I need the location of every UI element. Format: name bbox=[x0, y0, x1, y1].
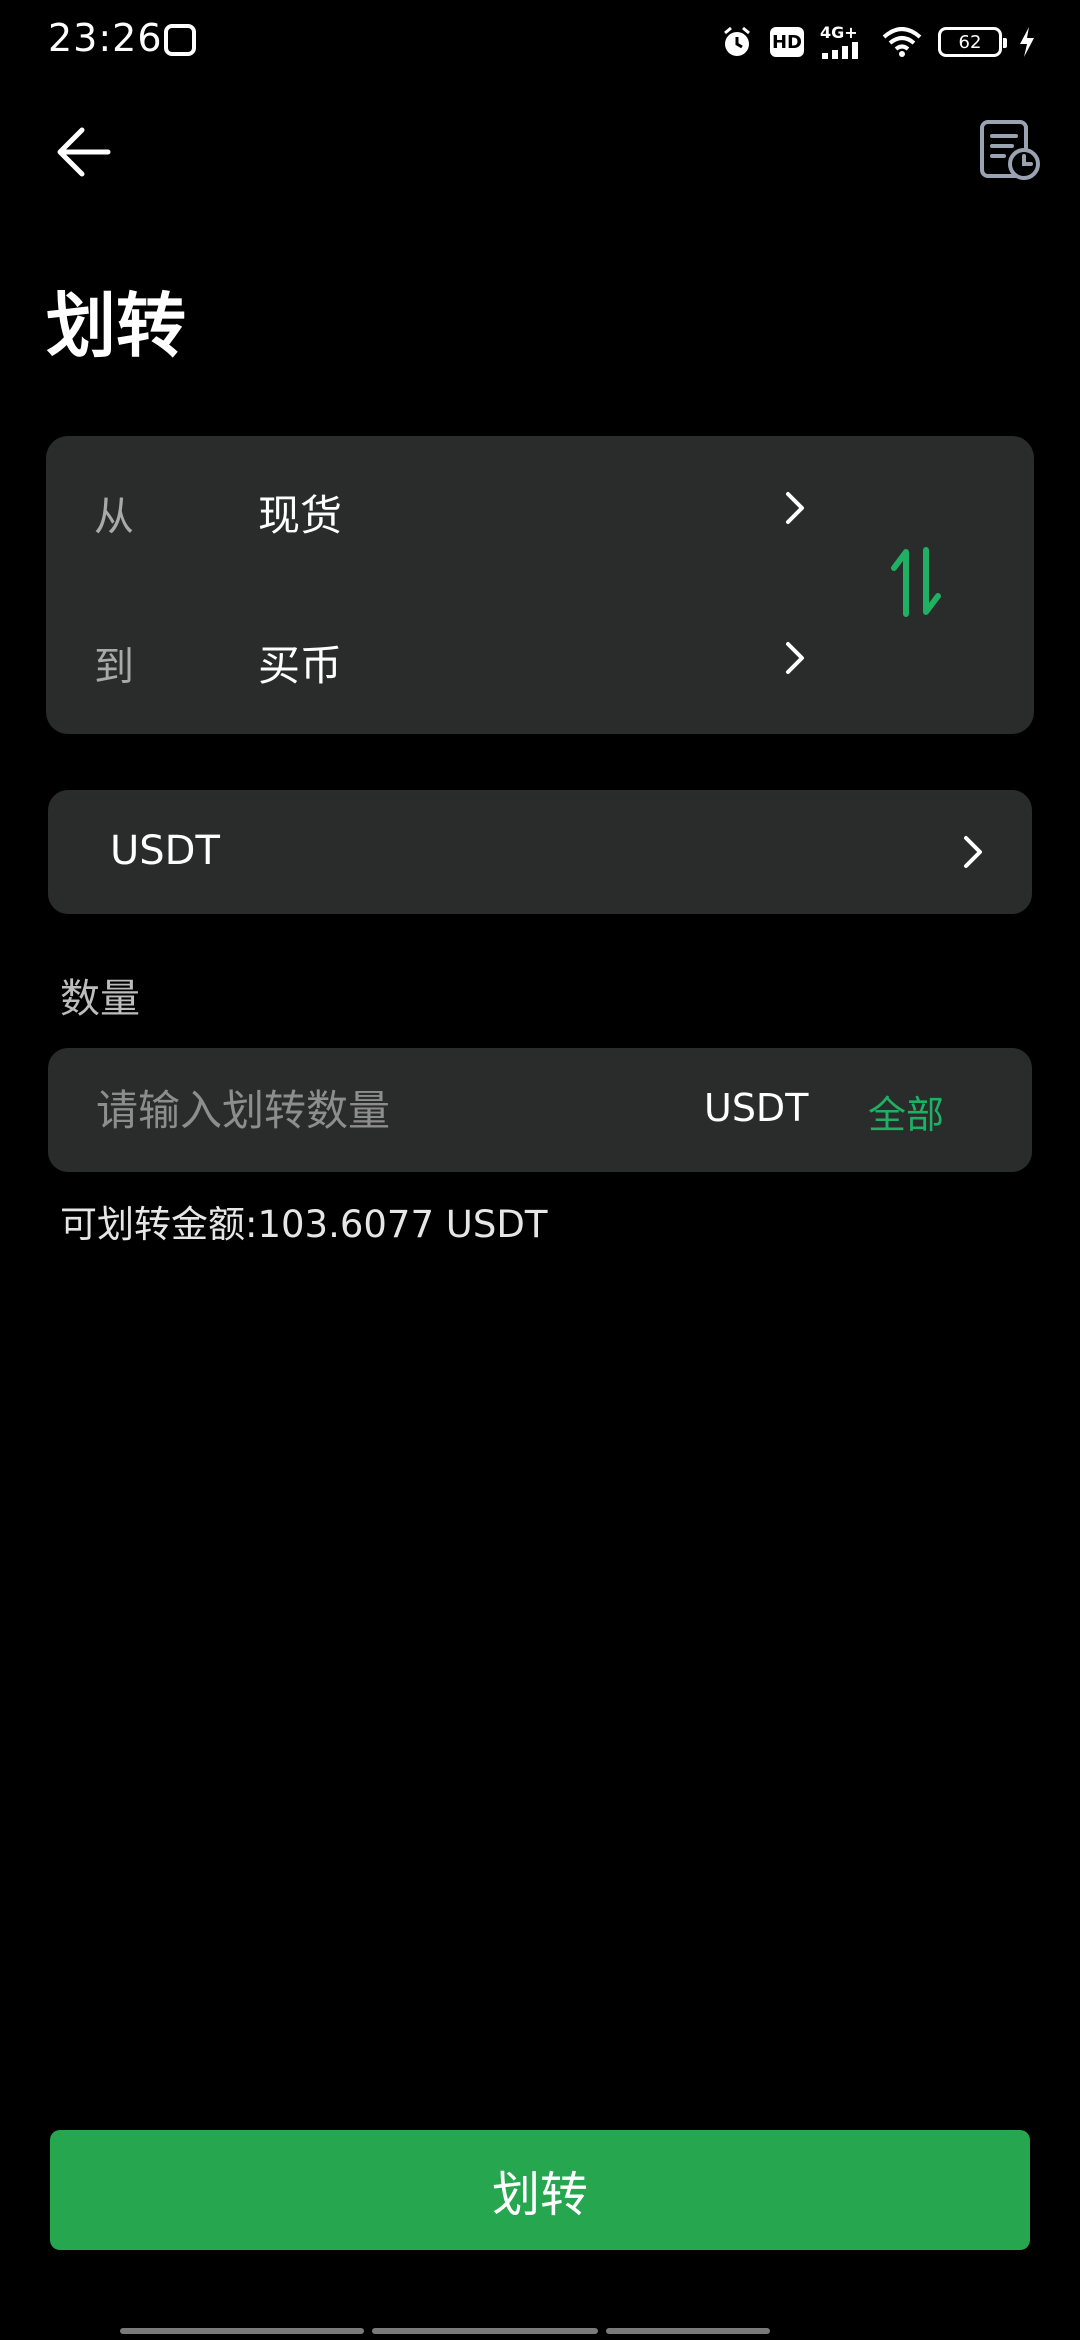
from-account-value[interactable]: 现货 bbox=[258, 482, 342, 543]
arrow-left-icon bbox=[57, 127, 111, 177]
quantity-field: USDT 全部 bbox=[48, 1048, 1032, 1172]
coin-selected-label: USDT bbox=[110, 828, 220, 874]
transfer-submit-button[interactable]: 划转 bbox=[50, 2130, 1030, 2250]
transfer-screen: 23:26 HD 4G+ 62 划转 从 现货 到 买币 USDT 数量 请输入… bbox=[0, 0, 1080, 2340]
swap-direction-icon[interactable] bbox=[886, 544, 946, 620]
gesture-navigation-bar bbox=[120, 2328, 960, 2336]
wifi-icon bbox=[882, 27, 922, 57]
status-icons: HD 4G+ 62 bbox=[720, 22, 1036, 62]
app-notification-icon bbox=[164, 24, 196, 56]
battery-icon: 62 bbox=[938, 27, 1007, 57]
history-record-icon bbox=[980, 120, 1040, 180]
quantity-unit: USDT bbox=[704, 1086, 809, 1130]
all-amount-button[interactable]: 全部 bbox=[868, 1084, 944, 1139]
nav-segment bbox=[120, 2328, 364, 2334]
available-amount: 可划转金额:103.6077 USDT bbox=[60, 1203, 548, 1246]
quantity-heading: 数量 bbox=[60, 976, 140, 1022]
status-bar: 23:26 HD 4G+ 62 bbox=[0, 0, 1080, 84]
page-title: 划转 bbox=[46, 285, 186, 367]
back-button[interactable] bbox=[52, 122, 116, 182]
charging-icon bbox=[1018, 27, 1036, 57]
from-chevron-right-icon[interactable] bbox=[780, 488, 810, 528]
quantity-input[interactable] bbox=[96, 1078, 656, 1142]
signal-icon: 4G+ bbox=[820, 25, 866, 59]
hd-icon: HD bbox=[770, 27, 804, 57]
to-chevron-right-icon[interactable] bbox=[780, 638, 810, 678]
transfer-direction-card: 从 现货 到 买币 bbox=[46, 436, 1034, 734]
nav-segment bbox=[606, 2328, 770, 2334]
alarm-icon bbox=[720, 25, 754, 59]
to-label: 到 bbox=[94, 644, 134, 690]
coin-selector[interactable]: USDT bbox=[48, 790, 1032, 914]
to-account-value[interactable]: 买币 bbox=[258, 632, 342, 693]
status-time: 23:26 bbox=[48, 16, 163, 60]
transfer-history-button[interactable] bbox=[978, 118, 1044, 184]
nav-segment bbox=[372, 2328, 598, 2334]
from-label: 从 bbox=[94, 494, 134, 540]
chevron-right-icon bbox=[964, 836, 982, 868]
